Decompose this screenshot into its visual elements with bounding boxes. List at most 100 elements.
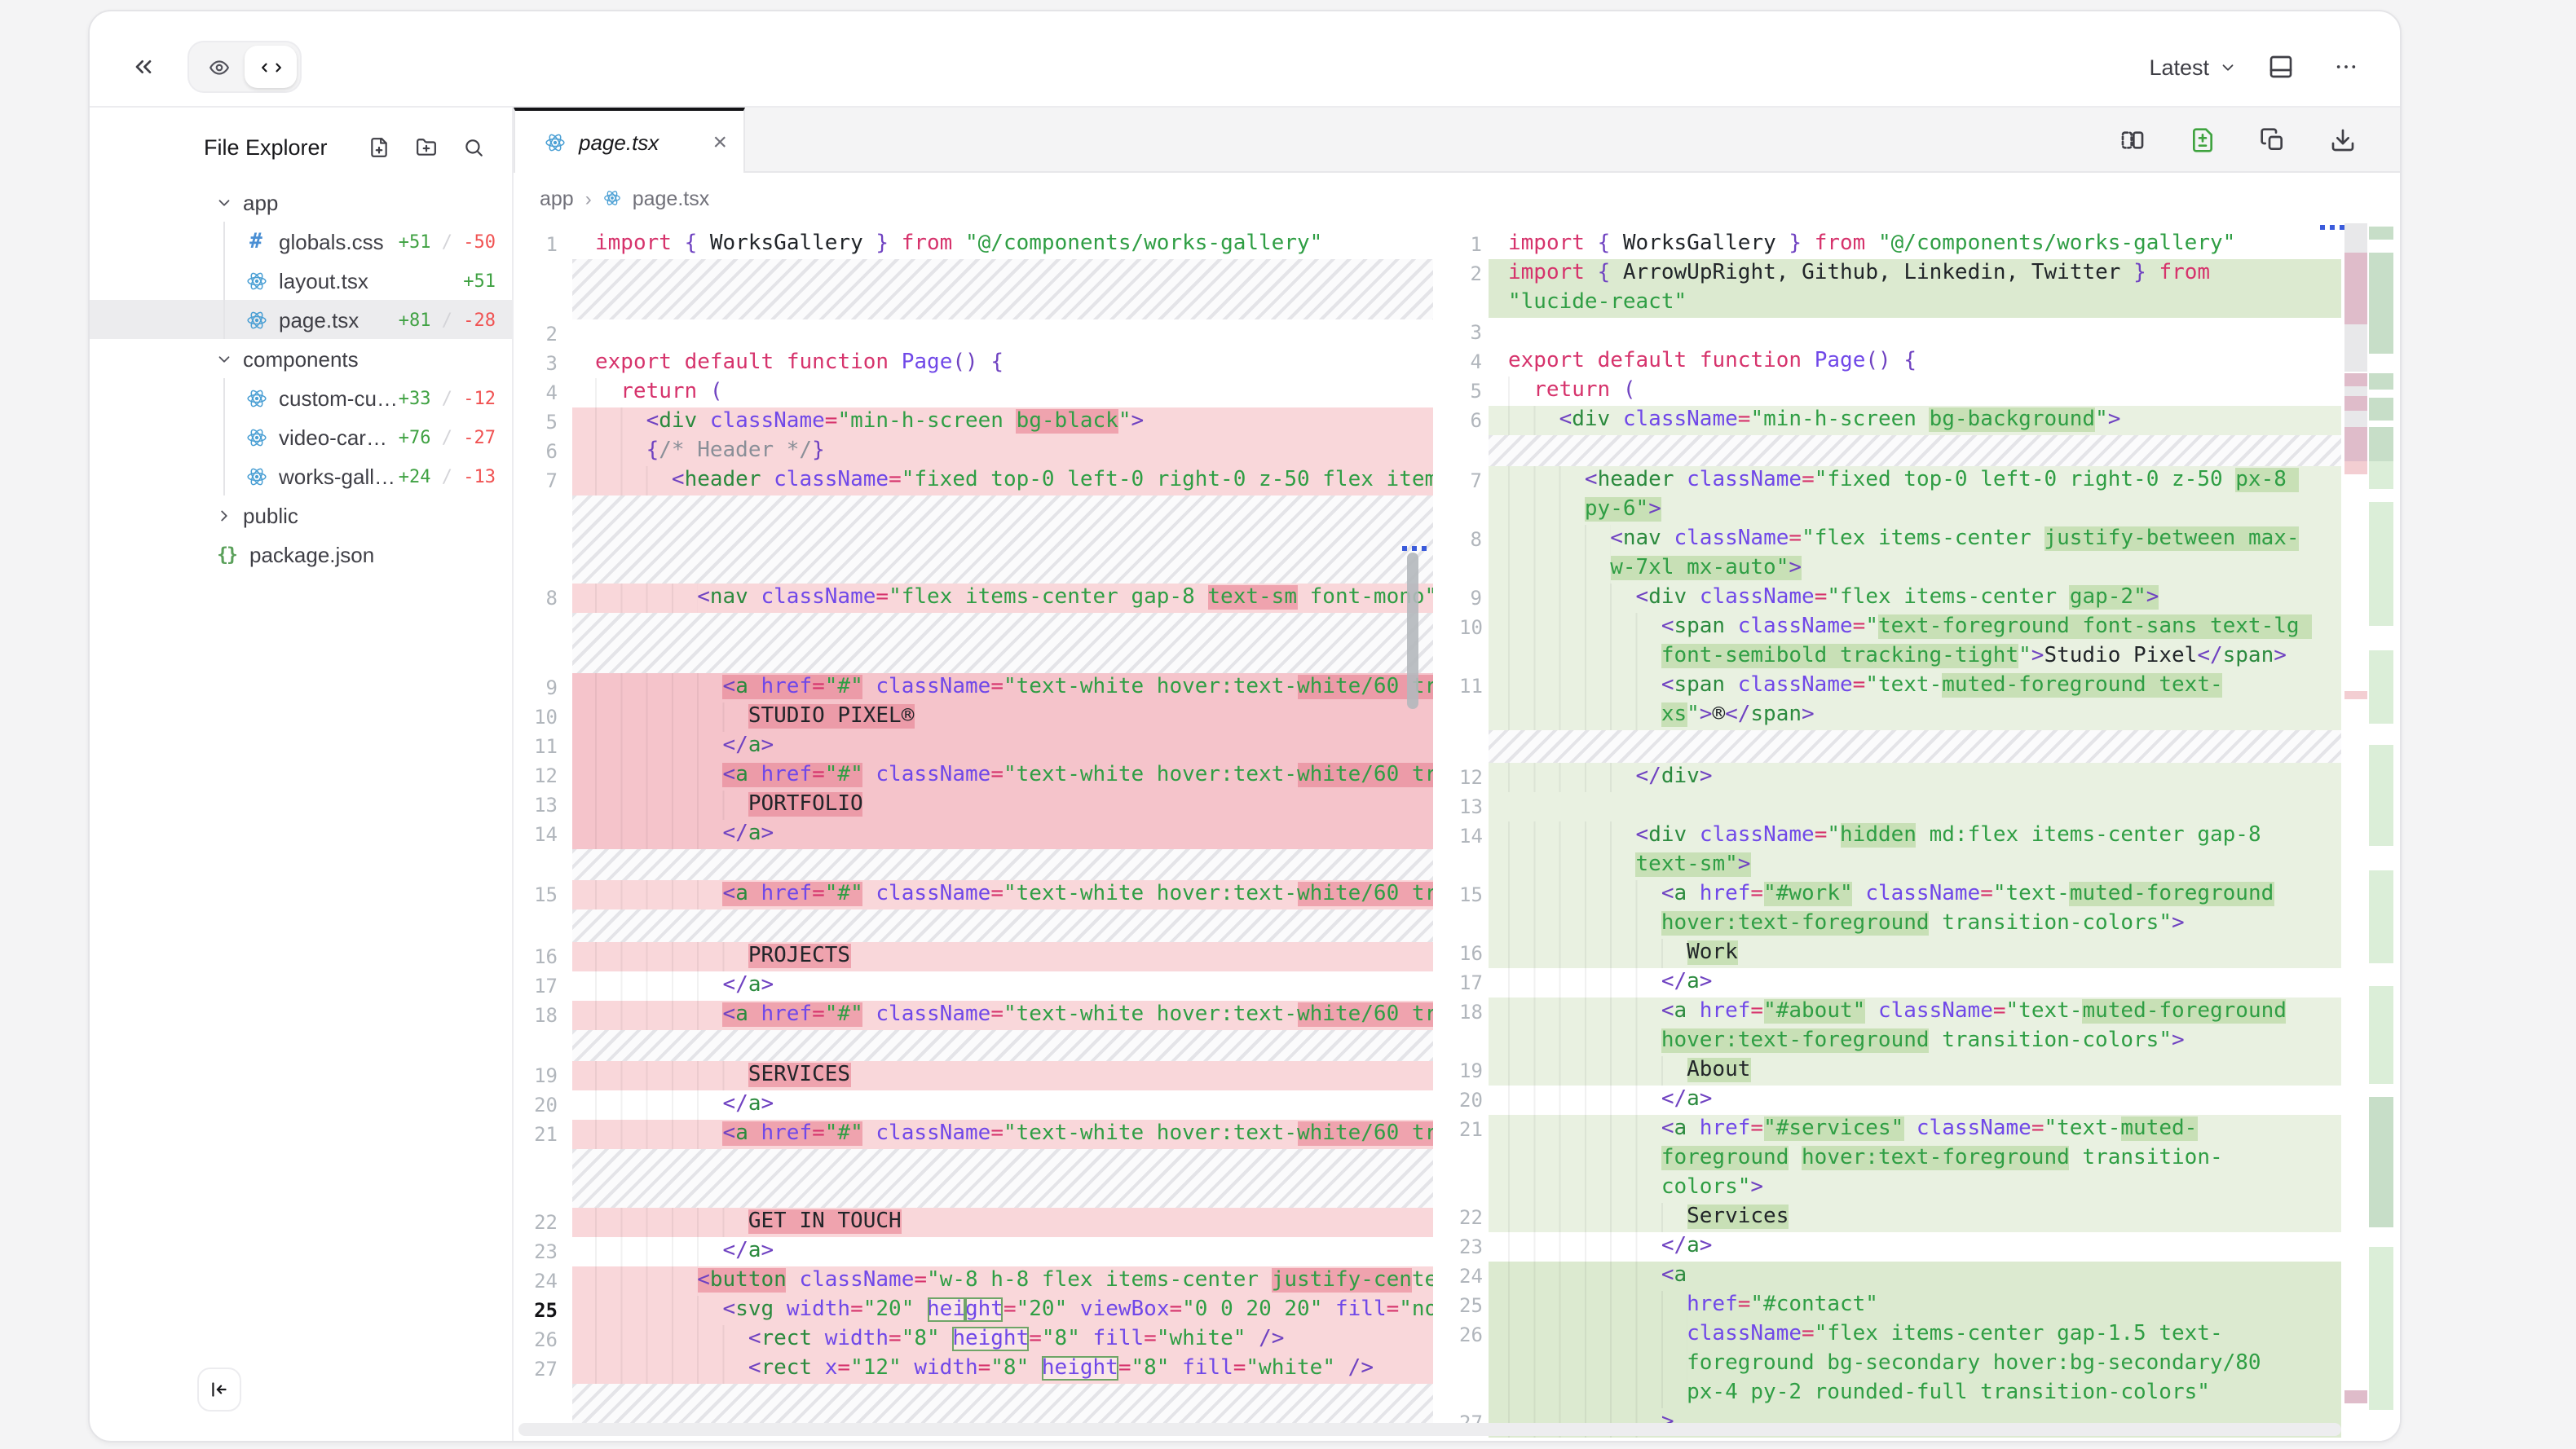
ellipsis-icon <box>2333 54 2359 80</box>
code-text: PROJECTS <box>572 942 1433 971</box>
file-row-app[interactable]: app <box>90 183 512 222</box>
line-number: 7 <box>1459 466 1489 495</box>
search-files-button[interactable] <box>457 130 489 163</box>
collapsed-region <box>572 1384 1433 1428</box>
code-line: 21<a href="#" className="text-white hove… <box>514 1120 1433 1149</box>
version-dropdown[interactable]: Latest <box>2149 55 2237 79</box>
file-label: layout.tsx <box>279 268 463 293</box>
copy-button[interactable] <box>2252 118 2294 161</box>
code-line: 22Services <box>1459 1203 2341 1232</box>
left-pane-scrollbar[interactable] <box>1407 553 1418 709</box>
toolbar-right-group: Latest <box>2149 46 2367 88</box>
code-editor: page.tsx × app › page.tsx <box>514 108 2400 1441</box>
code-text: </a> <box>572 820 1433 849</box>
line-number: 20 <box>1459 1086 1489 1115</box>
line-number: 26 <box>1459 1320 1489 1350</box>
code-line: 7<header className="fixed top-0 left-0 r… <box>514 466 1433 495</box>
line-number: 14 <box>514 820 572 849</box>
line-number: 9 <box>1459 584 1489 613</box>
code-line: 18<a href="#" className="text-white hove… <box>514 1001 1433 1030</box>
collapsed-region <box>572 909 1433 942</box>
breadcrumb-root[interactable]: app <box>540 187 574 209</box>
line-number: 5 <box>1459 377 1489 406</box>
code-text: <a href="#" className="text-white hover:… <box>572 1120 1433 1149</box>
split-view-button[interactable] <box>2111 118 2154 161</box>
minimap-block <box>2369 461 2393 489</box>
react-file-icon <box>243 306 269 333</box>
file-row-components[interactable]: components <box>90 339 512 378</box>
file-diff-button[interactable] <box>2181 118 2224 161</box>
code-line: 20</a> <box>514 1090 1433 1120</box>
line-number: 25 <box>514 1296 572 1325</box>
collapse-panel-button[interactable] <box>122 46 165 88</box>
file-explorer-actions <box>362 130 489 163</box>
file-row-public[interactable]: public <box>90 495 512 535</box>
code-line: 4export default function Page() { <box>1459 347 2341 377</box>
code-text: export default function Page() { <box>1489 347 2341 377</box>
code-line: 24<a <box>1459 1262 2341 1291</box>
minimap-block <box>2344 223 2367 253</box>
line-number: 21 <box>1459 1115 1489 1144</box>
react-file-icon <box>243 267 269 293</box>
line-number: 19 <box>514 1061 572 1090</box>
tab-label: page.tsx <box>579 130 699 154</box>
line-number: 22 <box>514 1208 572 1237</box>
minimap-block <box>2369 398 2393 421</box>
minimap-block <box>2369 227 2393 240</box>
new-folder-button[interactable] <box>409 130 442 163</box>
code-line: 1import { WorksGallery } from "@/compone… <box>514 230 1433 259</box>
diff-minimap[interactable] <box>2344 223 2393 1441</box>
code-text: </a> <box>572 971 1433 1001</box>
download-button[interactable] <box>2322 118 2364 161</box>
code-text: return ( <box>1489 377 2341 406</box>
horizontal-scrollbar[interactable] <box>518 1423 2341 1436</box>
react-file-icon <box>243 424 269 450</box>
code-line: 20</a> <box>1459 1086 2341 1115</box>
code-line: 8<nav className="flex items-center justi… <box>1459 525 2341 584</box>
close-tab-button[interactable]: × <box>712 130 727 154</box>
code-line: 14<div className="hidden md:flex items-c… <box>1459 821 2341 880</box>
file-row-page.tsx[interactable]: page.tsx+81 / -28 <box>90 300 512 339</box>
line-number: 6 <box>1459 406 1489 435</box>
file-row-globals.css[interactable]: #globals.css+51 / -50 <box>90 222 512 261</box>
minimap-block <box>2344 386 2367 396</box>
right-viewport-indicator <box>2320 225 2344 230</box>
code-line: 8<nav className="flex items-center gap-8… <box>514 584 1433 613</box>
more-options-button[interactable] <box>2325 46 2367 88</box>
file-row-works-galler-[interactable]: works-galler…+24 / -13 <box>90 456 512 495</box>
collapse-sidebar-button[interactable] <box>197 1368 241 1412</box>
breadcrumb: app › page.tsx <box>514 173 2400 223</box>
preview-toggle-button[interactable] <box>192 46 245 88</box>
code-icon <box>260 56 281 77</box>
code-text: <a href="#" className="text-white hover:… <box>572 673 1433 702</box>
diff-old-pane[interactable]: 1import { WorksGallery } from "@/compone… <box>514 223 1433 1441</box>
file-row-video-card.tsx[interactable]: video-card.tsx+76 / -27 <box>90 417 512 456</box>
code-text: <span className="text-foreground font-sa… <box>1489 613 2341 672</box>
chevron-down-icon <box>210 346 236 372</box>
file-diff-icon <box>2190 126 2216 152</box>
file-label: components <box>243 346 496 371</box>
code-text: <a href="#" className="text-white hover:… <box>572 761 1433 791</box>
file-row-custom-curs-[interactable]: custom-curs…+33 / -12 <box>90 378 512 417</box>
react-icon <box>603 189 621 207</box>
file-row-layout.tsx[interactable]: layout.tsx+51 <box>90 261 512 300</box>
minimap-block <box>2344 253 2367 324</box>
code-text: <svg width="20" height="20" viewBox="0 0… <box>572 1296 1433 1325</box>
download-icon <box>2330 126 2356 152</box>
diff-new-pane[interactable]: 1import { WorksGallery } from "@/compone… <box>1459 223 2341 1441</box>
code-text: </a> <box>572 1237 1433 1266</box>
code-line: 10<span className="text-foreground font-… <box>1459 613 2341 672</box>
file-label: globals.css <box>279 229 399 253</box>
code-text: PORTFOLIO <box>572 791 1433 820</box>
file-row-package.json[interactable]: {}package.json <box>90 535 512 574</box>
panel-layout-button[interactable] <box>2260 46 2302 88</box>
code-line: 15<a href="#work" className="text-muted-… <box>1459 880 2341 939</box>
code-text: </div> <box>1489 763 2341 792</box>
new-file-button[interactable] <box>362 130 395 163</box>
line-number: 25 <box>1459 1291 1489 1320</box>
collapsed-region <box>1489 730 2341 763</box>
code-toggle-button[interactable] <box>245 46 297 88</box>
tab-page-tsx[interactable]: page.tsx × <box>514 108 745 173</box>
minimap-block <box>2344 324 2367 372</box>
code-line: 27<rect x="12" width="8" height="8" fill… <box>514 1354 1433 1384</box>
